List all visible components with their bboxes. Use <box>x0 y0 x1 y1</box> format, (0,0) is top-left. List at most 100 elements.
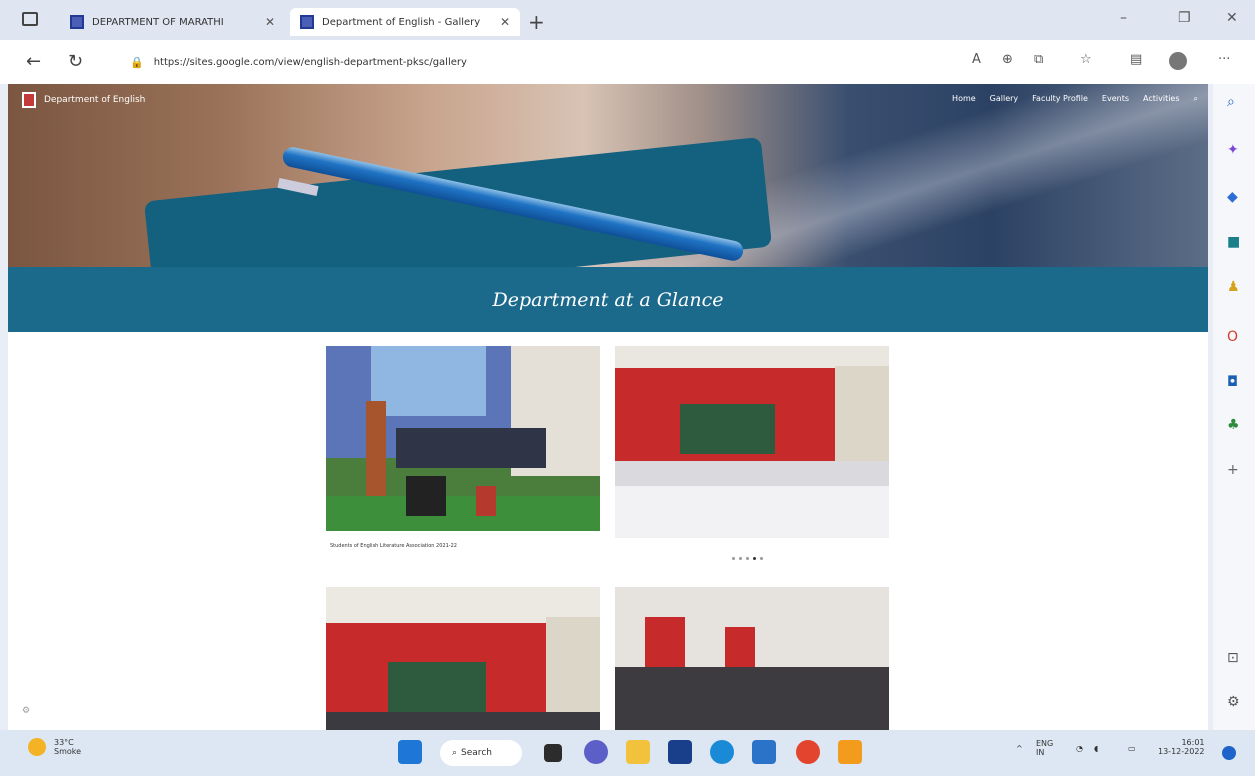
app-icon-2[interactable] <box>838 740 862 764</box>
carousel-dot[interactable] <box>739 557 742 560</box>
section-banner: Department at a Glance <box>8 267 1208 332</box>
search-icon: ⌕ <box>452 748 458 758</box>
nav-gallery[interactable]: Gallery <box>990 94 1019 104</box>
speaker-box <box>406 476 446 516</box>
settings-icon[interactable]: ⚙ <box>1227 694 1240 710</box>
weather-temp: 33°C <box>54 738 74 747</box>
close-window-button[interactable]: ✕ <box>1226 10 1238 26</box>
nav-events[interactable]: Events <box>1102 94 1129 104</box>
weather-desc: Smoke <box>54 747 82 756</box>
back-button[interactable]: ← <box>26 51 41 72</box>
edge-icon[interactable] <box>710 740 734 764</box>
students-crowd <box>326 712 600 730</box>
tree-icon[interactable]: ♣ <box>1227 417 1240 433</box>
carousel-dot[interactable] <box>746 557 749 560</box>
weather-widget[interactable]: 33°C Smoke <box>28 738 81 756</box>
nav-activities[interactable]: Activities <box>1143 94 1180 104</box>
search-icon[interactable]: ⌕ <box>1227 94 1235 110</box>
notification-icon[interactable] <box>1222 746 1236 760</box>
nav-home[interactable]: Home <box>952 94 976 104</box>
browser-tab-strip: DEPARTMENT OF MARATHI ✕ Department of En… <box>0 0 1255 40</box>
minimize-button[interactable]: – <box>1120 10 1127 26</box>
windows-taskbar: 33°C Smoke ⌕ Search ^ ENG IN ◔ ◖ ▭ 16:01… <box>0 730 1255 776</box>
gallery-image-classroom-2[interactable] <box>326 587 600 730</box>
wall-panel <box>725 627 755 672</box>
tab-actions-icon[interactable] <box>22 12 38 26</box>
tab-title: DEPARTMENT OF MARATHI <box>92 16 224 28</box>
extensions-icon[interactable]: ⧉ <box>1034 52 1043 67</box>
settings-small-icon[interactable]: ⚙ <box>22 706 30 716</box>
address-bar-row: ← ↻ 🔒 https://sites.google.com/view/engl… <box>0 40 1255 84</box>
carousel-dots[interactable] <box>732 557 763 560</box>
nav-faculty-profile[interactable]: Faculty Profile <box>1032 94 1088 104</box>
more-menu-button[interactable]: ··· <box>1218 52 1230 67</box>
time-label: 16:01 <box>1181 738 1205 747</box>
date-label: 13-12-2022 <box>1158 747 1205 756</box>
carousel-dot[interactable] <box>760 557 763 560</box>
battery-icon[interactable]: ▭ <box>1128 744 1136 753</box>
tab-department-marathi[interactable]: DEPARTMENT OF MARATHI ✕ <box>60 8 285 36</box>
image-caption: Students of English Literature Associati… <box>330 543 457 549</box>
lock-icon[interactable]: 🔒 <box>130 56 144 69</box>
url-text: https://sites.google.com/view/english-de… <box>153 56 467 68</box>
split-screen-icon[interactable]: ⊡ <box>1227 650 1239 666</box>
gallery-image-classroom[interactable] <box>615 346 889 538</box>
chalkboard <box>388 662 486 714</box>
site-favicon-icon <box>70 15 84 29</box>
task-view-icon[interactable] <box>544 744 562 762</box>
region-label: IN <box>1036 748 1045 757</box>
briefcase-icon[interactable]: ■ <box>1227 234 1240 250</box>
close-tab-icon[interactable]: ✕ <box>265 15 275 29</box>
clock[interactable]: 16:01 13-12-2022 <box>1158 738 1205 756</box>
site-name: Department of English <box>44 95 146 105</box>
site-logo-icon <box>22 92 36 108</box>
zoom-icon[interactable]: ⊕ <box>1002 52 1013 67</box>
url-field[interactable]: 🔒 https://sites.google.com/view/english-… <box>120 49 960 75</box>
chat-icon[interactable] <box>584 740 608 764</box>
chalkboard <box>680 404 775 454</box>
side-wall <box>835 366 889 466</box>
stage-banner-cloth <box>371 346 486 416</box>
search-label: Search <box>461 748 492 758</box>
taskbar-search[interactable]: ⌕ Search <box>440 740 522 766</box>
guests-row <box>396 428 546 468</box>
office-icon[interactable]: O <box>1227 329 1238 345</box>
web-page: Department of English Home Gallery Facul… <box>8 84 1208 730</box>
carousel-dot[interactable] <box>732 557 735 560</box>
hero-image: Department of English Home Gallery Facul… <box>8 84 1208 312</box>
add-icon[interactable]: + <box>1227 462 1239 478</box>
ceiling <box>615 346 889 368</box>
new-tab-button[interactable]: + <box>528 10 545 34</box>
games-icon[interactable]: ♟ <box>1227 279 1240 295</box>
browser-sidebar: ⌕ ✦ ◆ ■ ♟ O ◘ ♣ + ⊡ ⚙ <box>1213 84 1255 730</box>
collections-icon[interactable]: ▤ <box>1130 52 1142 67</box>
file-explorer-icon[interactable] <box>626 740 650 764</box>
tab-department-english[interactable]: Department of English - Gallery ✕ <box>290 8 520 36</box>
restore-button[interactable]: ❐ <box>1178 10 1191 26</box>
outlook-icon[interactable]: ◘ <box>1227 374 1238 390</box>
site-brand[interactable]: Department of English <box>22 92 145 108</box>
tag-icon[interactable]: ◆ <box>1227 189 1238 205</box>
site-search-icon[interactable]: ⌕ <box>1194 94 1198 104</box>
gallery-image-stage[interactable] <box>326 346 600 531</box>
tab-title: Department of English - Gallery <box>322 16 481 28</box>
gallery-image-hall[interactable] <box>615 587 889 730</box>
students-shirts <box>615 486 889 538</box>
volume-icon[interactable]: ◖ <box>1094 744 1098 753</box>
chrome-icon[interactable] <box>796 740 820 764</box>
read-aloud-icon[interactable]: A <box>972 52 981 67</box>
copilot-icon[interactable]: ✦ <box>1227 142 1239 158</box>
app-icon[interactable] <box>668 740 692 764</box>
tray-chevron-icon[interactable]: ^ <box>1016 744 1023 753</box>
refresh-button[interactable]: ↻ <box>68 51 83 72</box>
carousel-dot-active[interactable] <box>753 557 756 560</box>
language-indicator[interactable]: ENG IN <box>1036 739 1053 757</box>
favorites-icon[interactable]: ☆ <box>1080 52 1092 67</box>
sun-icon <box>28 738 46 756</box>
start-icon[interactable] <box>398 740 422 764</box>
wifi-icon[interactable]: ◔ <box>1076 744 1083 753</box>
site-favicon-icon <box>300 15 314 29</box>
store-icon[interactable] <box>752 740 776 764</box>
close-tab-icon[interactable]: ✕ <box>500 15 510 29</box>
profile-avatar[interactable] <box>1169 52 1187 70</box>
